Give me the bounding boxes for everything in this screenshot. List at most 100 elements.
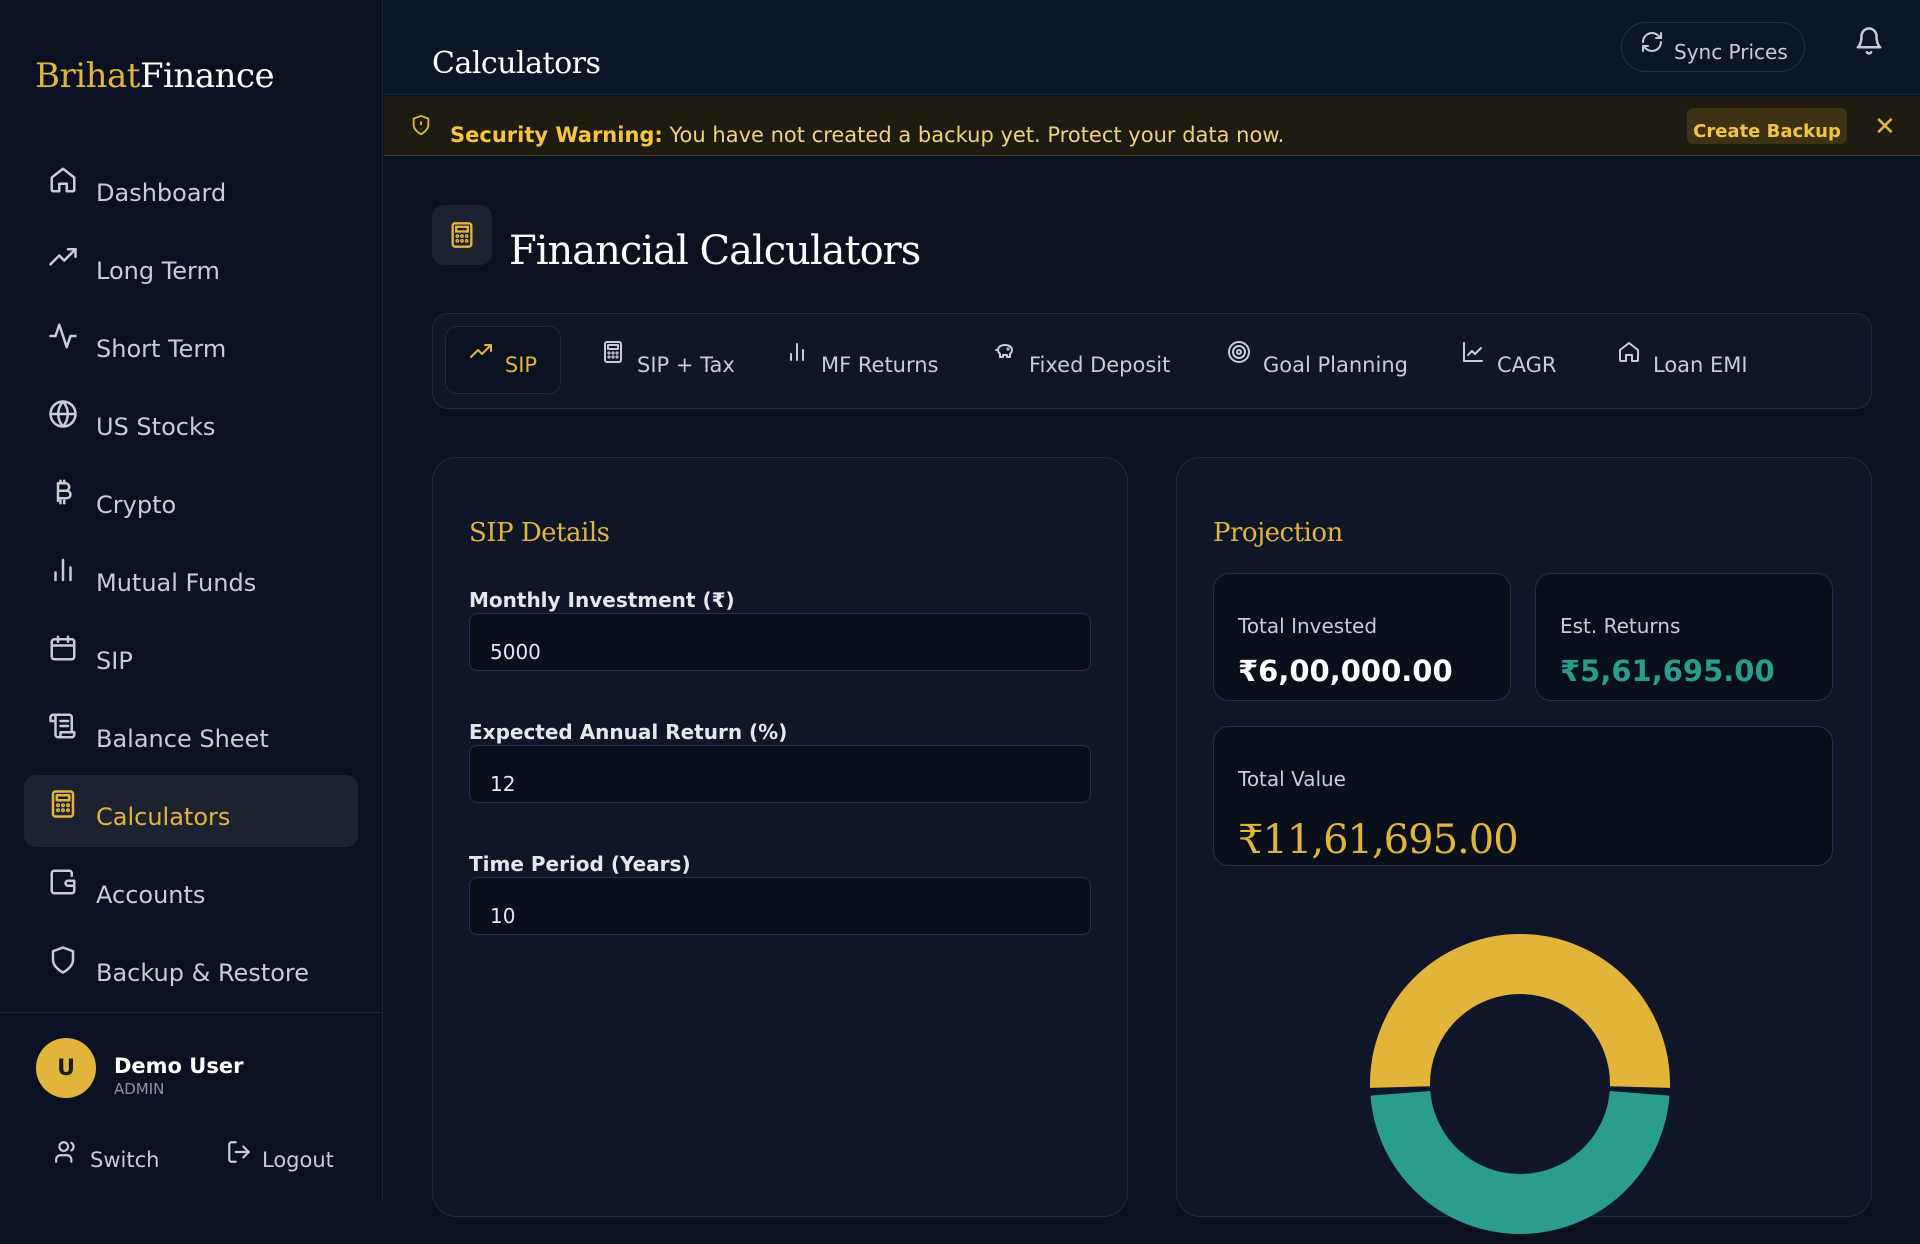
annual-return-input[interactable]: 12 (469, 745, 1091, 803)
sidebar-item-crypto[interactable]: Crypto (24, 463, 358, 535)
trending-up-icon (48, 243, 78, 273)
sidebar-divider (0, 1012, 383, 1013)
time-period-label: Time Period (Years) (469, 852, 691, 876)
sidebar-item-balance-sheet[interactable]: Balance Sheet (24, 697, 358, 769)
sync-prices-label: Sync Prices (1674, 40, 1788, 64)
piggy-bank-icon (993, 340, 1017, 369)
close-icon[interactable]: ✕ (1874, 112, 1896, 142)
sidebar-item-short-term[interactable]: Short Term (24, 307, 358, 379)
avatar: U (36, 1038, 96, 1098)
app-logo[interactable]: BrihatFinance (35, 56, 275, 96)
bell-icon[interactable] (1854, 26, 1884, 60)
wallet-icon (48, 867, 78, 897)
tab-label: CAGR (1497, 353, 1557, 377)
sidebar-item-label: Mutual Funds (96, 569, 257, 597)
tab-label: MF Returns (821, 353, 939, 377)
sidebar-item-long-term[interactable]: Long Term (24, 229, 358, 301)
tab-label: SIP (504, 353, 538, 377)
time-period-input[interactable]: 10 (469, 877, 1091, 935)
switch-button[interactable]: Switch (54, 1136, 159, 1172)
sidebar-item-calculators[interactable]: Calculators (24, 775, 358, 847)
est-returns-card: Est. Returns ₹5,61,695.00 (1535, 573, 1833, 701)
logout-label: Logout (262, 1148, 334, 1172)
sidebar: BrihatFinance Dashboard Long Term Short … (0, 0, 383, 1200)
projection-title: Projection (1213, 518, 1343, 548)
create-backup-button[interactable]: Create Backup (1687, 108, 1847, 144)
main-title: Financial Calculators (509, 228, 921, 274)
tab-sip-tax[interactable]: SIP + Tax (601, 326, 735, 394)
projection-donut-chart (1370, 934, 1670, 1234)
est-returns-value: ₹5,61,695.00 (1560, 654, 1775, 688)
sidebar-item-backup-restore[interactable]: Backup & Restore (24, 931, 358, 1003)
sidebar-item-label: Long Term (96, 257, 220, 285)
tab-goal-planning[interactable]: Goal Planning (1227, 326, 1408, 394)
page-title: Calculators (432, 46, 601, 81)
sidebar-item-dashboard[interactable]: Dashboard (24, 151, 358, 223)
warning-message: You have not created a backup yet. Prote… (662, 123, 1285, 147)
target-icon (1227, 340, 1251, 369)
logout-button[interactable]: Logout (226, 1136, 334, 1172)
sidebar-nav: Dashboard Long Term Short Term US Stocks… (24, 151, 358, 1009)
globe-icon (48, 399, 78, 429)
security-warning-banner: Security Warning: You have not created a… (384, 96, 1920, 156)
line-chart-icon (1461, 340, 1485, 369)
trending-up-icon (469, 340, 493, 369)
logo-part-finance: Finance (139, 56, 275, 96)
tab-label: Fixed Deposit (1029, 353, 1171, 377)
tab-fixed-deposit[interactable]: Fixed Deposit (993, 326, 1170, 394)
sidebar-item-sip[interactable]: SIP (24, 619, 358, 691)
tab-loan-emi[interactable]: Loan EMI (1617, 326, 1748, 394)
user-role: ADMIN (114, 1080, 165, 1094)
sync-prices-button[interactable]: Sync Prices (1621, 22, 1805, 72)
tab-cagr[interactable]: CAGR (1461, 326, 1557, 394)
total-value-amount: ₹11,61,695.00 (1238, 817, 1519, 863)
monthly-investment-label: Monthly Investment (₹) (469, 588, 735, 612)
sidebar-item-label: Short Term (96, 335, 227, 363)
calendar-icon (48, 633, 78, 663)
est-returns-label: Est. Returns (1560, 614, 1681, 638)
sidebar-item-us-stocks[interactable]: US Stocks (24, 385, 358, 457)
sidebar-item-label: Backup & Restore (96, 959, 310, 987)
total-invested-label: Total Invested (1238, 614, 1378, 638)
scroll-icon (48, 711, 78, 741)
home-icon (1617, 340, 1641, 369)
calculator-tabs: SIP SIP + Tax MF Returns Fixed Deposit G… (432, 313, 1872, 409)
total-invested-card: Total Invested ₹6,00,000.00 (1213, 573, 1511, 701)
calculator-icon (48, 789, 78, 819)
sidebar-item-label: SIP (96, 647, 133, 675)
sidebar-item-label: Calculators (96, 803, 231, 831)
warning-title: Security Warning: (450, 123, 663, 147)
bitcoin-icon (48, 477, 78, 507)
sidebar-item-accounts[interactable]: Accounts (24, 853, 358, 925)
bar-chart-icon (785, 340, 809, 369)
total-invested-value: ₹6,00,000.00 (1238, 654, 1453, 688)
top-header: Calculators Sync Prices (384, 0, 1920, 95)
donut-slice-invested (1370, 934, 1670, 1088)
logo-part-brihat: Brihat (35, 56, 140, 96)
calculator-icon (432, 205, 492, 265)
annual-return-label: Expected Annual Return (%) (469, 720, 788, 744)
tab-mf-returns[interactable]: MF Returns (785, 326, 939, 394)
sidebar-item-mutual-funds[interactable]: Mutual Funds (24, 541, 358, 613)
sip-details-title: SIP Details (469, 518, 610, 548)
bar-chart-icon (48, 555, 78, 585)
users-icon (54, 1139, 80, 1170)
tab-sip[interactable]: SIP (445, 326, 561, 394)
monthly-investment-input[interactable]: 5000 (469, 613, 1091, 671)
total-value-card: Total Value ₹11,61,695.00 (1213, 726, 1833, 866)
tab-label: Loan EMI (1653, 353, 1748, 377)
total-value-label: Total Value (1238, 767, 1346, 791)
shield-icon (48, 945, 78, 975)
switch-label: Switch (90, 1148, 160, 1172)
sidebar-item-label: Crypto (96, 491, 177, 519)
calculator-icon (601, 340, 625, 369)
sidebar-item-label: Accounts (96, 881, 206, 909)
refresh-icon (1640, 30, 1664, 59)
sip-details-panel: SIP Details Monthly Investment (₹) 5000 … (432, 457, 1128, 1217)
activity-icon (48, 321, 78, 351)
tab-label: Goal Planning (1263, 353, 1408, 377)
home-icon (48, 165, 78, 195)
sidebar-item-label: Balance Sheet (96, 725, 269, 753)
user-name: Demo User (114, 1054, 244, 1076)
donut-slice-returns (1370, 1090, 1670, 1234)
